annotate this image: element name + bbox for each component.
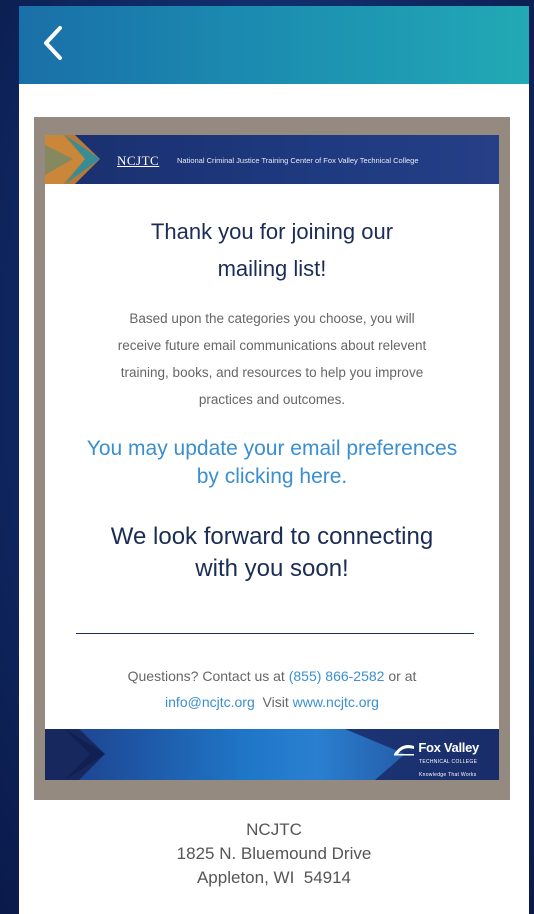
closing-line-1: We look forward to connecting bbox=[110, 523, 434, 550]
divider bbox=[76, 633, 474, 634]
phone-screen: NCJTC National Criminal Justice Training… bbox=[19, 6, 529, 914]
footer-banner: Fox Valley TECHNICAL COLLEGE Knowledge T… bbox=[45, 729, 499, 780]
preferences-line-1: You may update your email preferences bbox=[86, 437, 458, 460]
contact-or-at: or at bbox=[388, 668, 417, 684]
thank-you-heading: Thank you for joining our mailing list! bbox=[65, 213, 479, 287]
address-line-1: NCJTC bbox=[246, 820, 302, 839]
logo-sub: TECHNICAL COLLEGE bbox=[419, 758, 478, 765]
fox-valley-logo: Fox Valley TECHNICAL COLLEGE Knowledge T… bbox=[393, 741, 479, 780]
email-frame: NCJTC National Criminal Justice Training… bbox=[34, 117, 510, 800]
contact-prefix: Questions? Contact us at bbox=[127, 668, 285, 684]
brand-tagline: National Criminal Justice Training Cente… bbox=[177, 156, 419, 165]
preferences-line-2: by clicking here. bbox=[196, 465, 348, 488]
body-line: practices and outcomes. bbox=[198, 392, 346, 407]
address-line-2: 1825 N. Bluemound Drive bbox=[176, 844, 372, 863]
back-button[interactable] bbox=[33, 24, 73, 66]
mailing-address: NCJTC 1825 N. Bluemound Drive Appleton, … bbox=[19, 818, 529, 890]
logo-motto: Knowledge That Works bbox=[419, 771, 477, 778]
body-line: training, books, and resources to help y… bbox=[120, 365, 424, 380]
body-text: Based upon the categories you choose, yo… bbox=[73, 305, 471, 413]
phone-link[interactable]: (855) 866-2582 bbox=[289, 668, 385, 684]
email-card: NCJTC National Criminal Justice Training… bbox=[45, 135, 499, 780]
update-preferences-link[interactable]: You may update your email preferences by… bbox=[55, 435, 489, 491]
email-link[interactable]: info@ncjtc.org bbox=[165, 694, 255, 710]
ncjtc-brand: NCJTC bbox=[117, 153, 160, 168]
website-link[interactable]: www.ncjtc.org bbox=[293, 694, 379, 710]
heading-line-2: mailing list! bbox=[217, 256, 327, 281]
header-banner: NCJTC National Criminal Justice Training… bbox=[45, 135, 499, 184]
body-line: Based upon the categories you choose, yo… bbox=[129, 311, 415, 326]
app-bar bbox=[19, 6, 529, 84]
contact-info: Questions? Contact us at (855) 866-2582 … bbox=[55, 663, 489, 715]
contact-visit: Visit bbox=[262, 694, 289, 710]
logo-name: Fox Valley bbox=[418, 740, 479, 755]
closing-heading: We look forward to connecting with you s… bbox=[55, 521, 489, 585]
body-line: receive future email communications abou… bbox=[117, 338, 427, 353]
closing-line-2: with you soon! bbox=[195, 555, 349, 582]
address-line-3: Appleton, WI 54914 bbox=[196, 868, 352, 887]
chevron-left-icon bbox=[42, 25, 64, 66]
fox-valley-logo-icon bbox=[394, 744, 414, 756]
heading-line-1: Thank you for joining our bbox=[150, 219, 394, 244]
